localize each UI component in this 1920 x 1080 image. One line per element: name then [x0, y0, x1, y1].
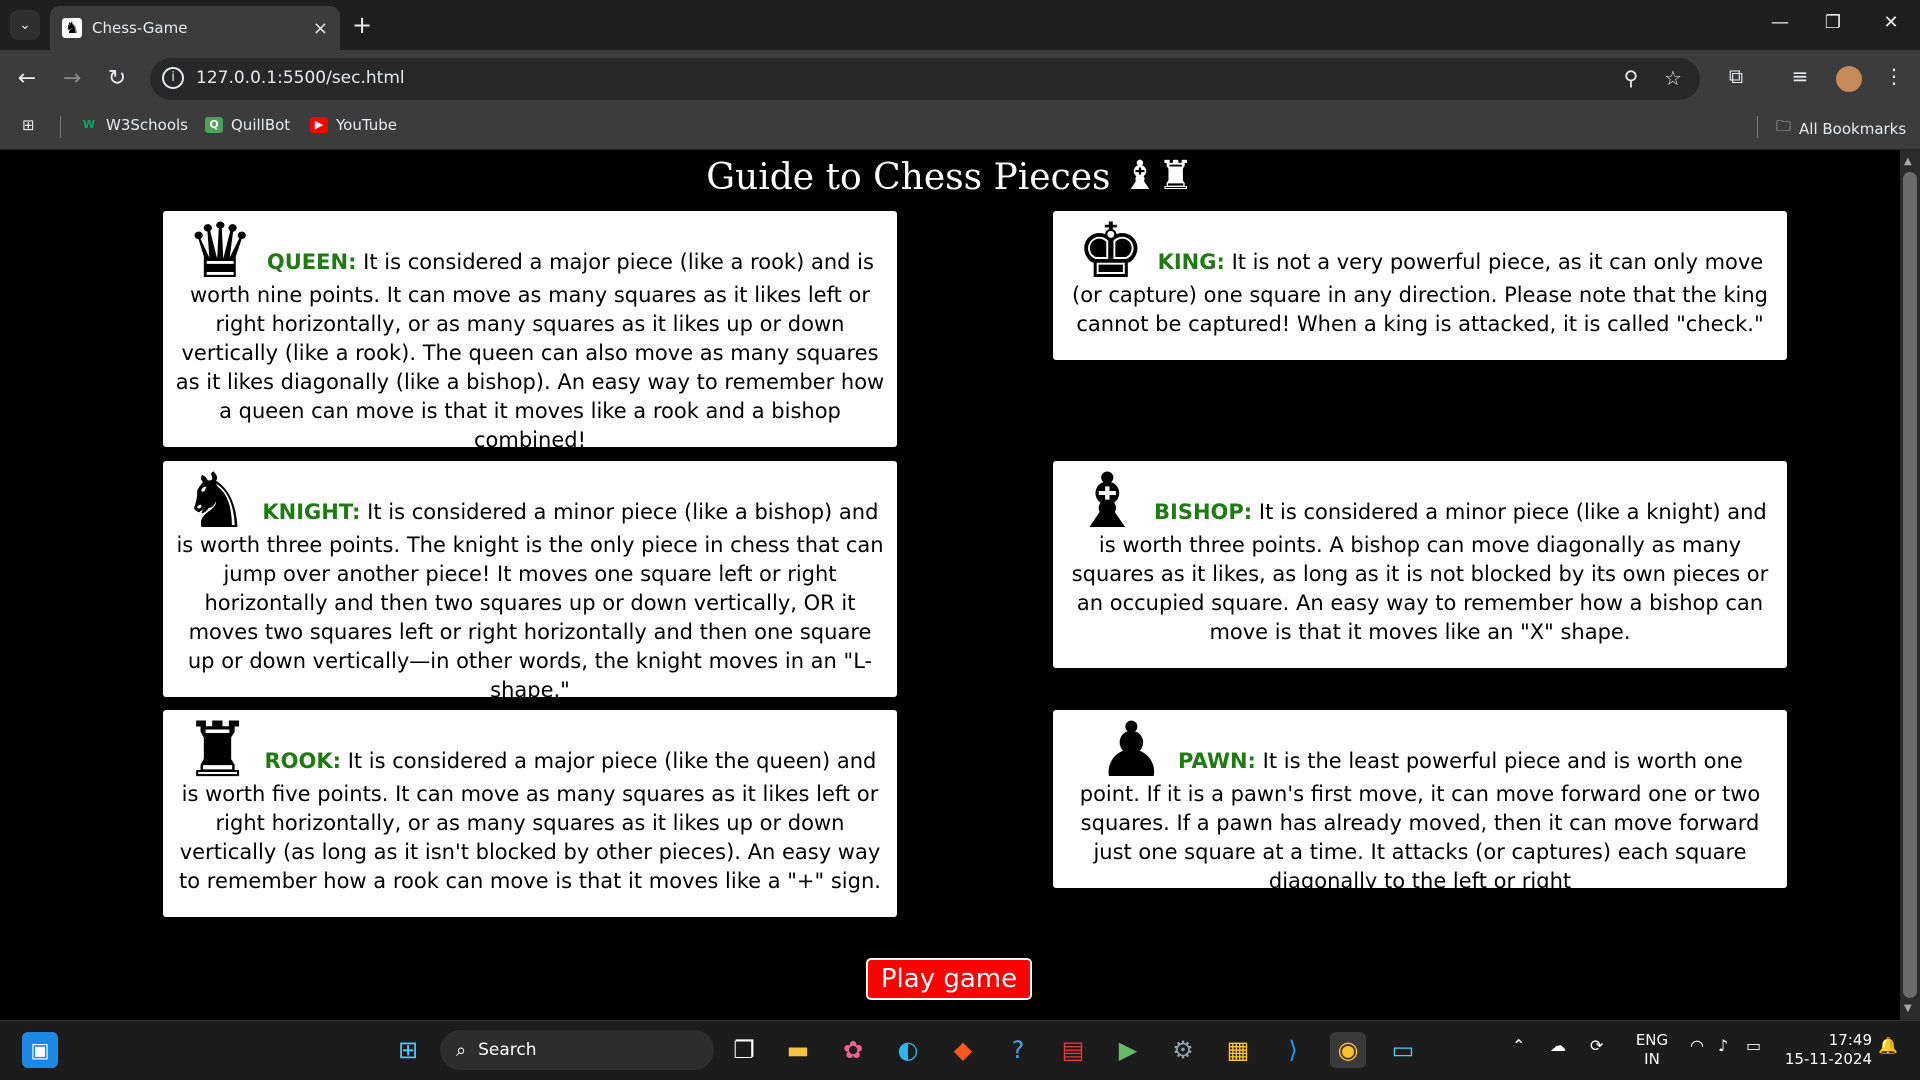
close-window-icon[interactable]: ✕: [1871, 8, 1911, 38]
chevron-up-icon[interactable]: ⌃: [1512, 1036, 1525, 1055]
bookmarks-divider: [60, 116, 61, 138]
piece-name-queen: QUEEN:: [266, 250, 357, 274]
clock-date: 15-11-2024: [1784, 1050, 1872, 1068]
tab-title: Chess-Game: [92, 19, 188, 37]
sync-icon[interactable]: ⟳: [1590, 1036, 1603, 1055]
rook-icon: ♜: [183, 705, 252, 794]
volume-icon[interactable]: ♪: [1718, 1036, 1728, 1055]
card-bishop: ♝ BISHOP: It is considered a minor piece…: [1053, 461, 1787, 668]
bishop-icon: ♝: [1073, 456, 1142, 545]
bookmark-w3schools[interactable]: W W3Schools: [80, 116, 188, 134]
bookmark-label: QuillBot: [231, 116, 291, 134]
all-bookmarks-button[interactable]: 🗀 All Bookmarks: [1776, 116, 1906, 141]
w3schools-icon: W: [82, 118, 96, 131]
tab-search-button[interactable]: ⌄: [10, 10, 40, 40]
copilot-icon[interactable]: ✿: [835, 1032, 871, 1068]
edge-browser-icon[interactable]: ◐: [890, 1032, 926, 1068]
all-bookmarks-label: All Bookmarks: [1799, 119, 1907, 138]
restore-window-icon[interactable]: ❐: [1813, 8, 1853, 38]
vscode-icon[interactable]: ⟩: [1275, 1032, 1311, 1068]
back-arrow-icon[interactable]: ←: [10, 62, 44, 96]
page-content: Guide to Chess Pieces ♝♜ ♛ QUEEN: It is …: [0, 150, 1900, 1020]
card-rook: ♜ ROOK: It is considered a major piece (…: [163, 710, 897, 917]
minimize-window-icon[interactable]: —: [1760, 8, 1800, 38]
settings-gear-icon[interactable]: ⚙: [1165, 1032, 1201, 1068]
card-queen: ♛ QUEEN: It is considered a major piece …: [163, 206, 897, 452]
menu-kebab-icon[interactable]: ⋮: [1880, 64, 1908, 88]
piece-name-knight: KNIGHT:: [262, 500, 361, 524]
forward-arrow-icon[interactable]: →: [55, 62, 89, 96]
page-title-text: Guide to Chess Pieces: [706, 157, 1111, 198]
address-url[interactable]: 127.0.0.1:5500/sec.html: [196, 68, 405, 88]
news-icon[interactable]: ▤: [1055, 1032, 1091, 1068]
piece-name-bishop: BISHOP:: [1154, 500, 1253, 524]
widgets-icon[interactable]: ▣: [22, 1032, 58, 1068]
bookmark-label: YouTube: [336, 116, 397, 134]
region-code: IN: [1644, 1050, 1660, 1068]
youtube-icon: ▶: [310, 117, 328, 133]
close-tab-icon[interactable]: ×: [313, 18, 328, 39]
language-indicator[interactable]: ENG IN: [1632, 1031, 1672, 1069]
new-tab-button[interactable]: +: [352, 10, 372, 40]
media-control-icon[interactable]: ≡: [1786, 64, 1814, 88]
piece-name-rook: ROOK:: [264, 749, 342, 773]
play-game-button[interactable]: Play game: [866, 958, 1032, 1000]
folder-icon: 🗀: [1776, 117, 1792, 135]
bookmark-quillbot[interactable]: Q QuillBot: [205, 116, 290, 134]
chevron-down-icon: ⌄: [19, 17, 31, 33]
chrome-icon[interactable]: ◉: [1330, 1032, 1366, 1068]
apps-grid-icon[interactable]: ⊞: [22, 116, 35, 134]
queen-icon: ♛: [186, 206, 255, 295]
start-windows-icon[interactable]: ⊞: [390, 1032, 426, 1068]
scrollbar-thumb[interactable]: [1903, 172, 1917, 998]
piece-description: It is considered a major piece (like a r…: [175, 250, 885, 452]
help-icon[interactable]: ?: [1000, 1032, 1036, 1068]
page-title: Guide to Chess Pieces ♝♜: [0, 150, 1900, 204]
browser-tab-active[interactable]: ♞ Chess-Game ×: [50, 6, 340, 50]
bookmark-star-icon[interactable]: ☆: [1660, 66, 1686, 90]
taskbar-search-box[interactable]: ⌕ Search: [440, 1030, 714, 1070]
bookmarks-divider: [1757, 116, 1758, 138]
piece-name-king: KING:: [1157, 250, 1225, 274]
file-explorer-icon[interactable]: ▬: [780, 1032, 816, 1068]
piece-name-pawn: PAWN:: [1178, 749, 1256, 773]
task-view-icon[interactable]: ❐: [726, 1032, 762, 1068]
quillbot-icon: Q: [205, 117, 223, 133]
battery-icon[interactable]: ▭: [1746, 1036, 1761, 1055]
wifi-icon[interactable]: ◠: [1690, 1036, 1704, 1055]
card-knight: ♞ KNIGHT: It is considered a minor piece…: [163, 456, 897, 702]
app-diamond-icon[interactable]: ◆: [945, 1032, 981, 1068]
chess-pieces-title-icon: ♝♜: [1121, 153, 1194, 199]
scroll-up-arrow-icon[interactable]: ▲: [1904, 156, 1912, 167]
scroll-down-arrow-icon[interactable]: ▼: [1904, 1003, 1912, 1014]
knight-icon: ♞: [181, 456, 250, 545]
tab-favicon-chess-icon: ♞: [62, 18, 82, 38]
notification-bell-icon[interactable]: 🔔: [1878, 1036, 1898, 1055]
search-placeholder: Search: [478, 1040, 537, 1060]
pawn-icon: ♟: [1097, 705, 1166, 794]
play-store-icon[interactable]: ▶: [1110, 1032, 1146, 1068]
clock-time: 17:49: [1828, 1031, 1872, 1049]
onedrive-icon[interactable]: ☁: [1550, 1036, 1566, 1055]
profile-avatar[interactable]: [1836, 66, 1862, 92]
bookmark-youtube[interactable]: ▶ YouTube: [310, 116, 397, 134]
extensions-icon[interactable]: ⧉: [1722, 64, 1750, 88]
bookmark-label: W3Schools: [106, 116, 188, 134]
search-icon: ⌕: [456, 1039, 467, 1061]
language-code: ENG: [1635, 1031, 1669, 1049]
site-info-icon[interactable]: i: [162, 67, 184, 89]
zoom-icon[interactable]: ⚲: [1618, 66, 1644, 90]
microsoft-store-icon[interactable]: ▦: [1220, 1032, 1256, 1068]
king-icon: ♚: [1076, 206, 1145, 295]
card-king: ♚ KING: It is not a very powerful piece,…: [1053, 211, 1787, 360]
piece-description: It is considered a minor piece (like a b…: [176, 500, 884, 702]
clock[interactable]: 17:49 15-11-2024: [1782, 1031, 1872, 1069]
card-pawn: ♟ PAWN: It is the least powerful piece a…: [1053, 705, 1787, 893]
reload-icon[interactable]: ↻: [100, 62, 134, 96]
remote-desktop-icon[interactable]: ▭: [1385, 1032, 1421, 1068]
